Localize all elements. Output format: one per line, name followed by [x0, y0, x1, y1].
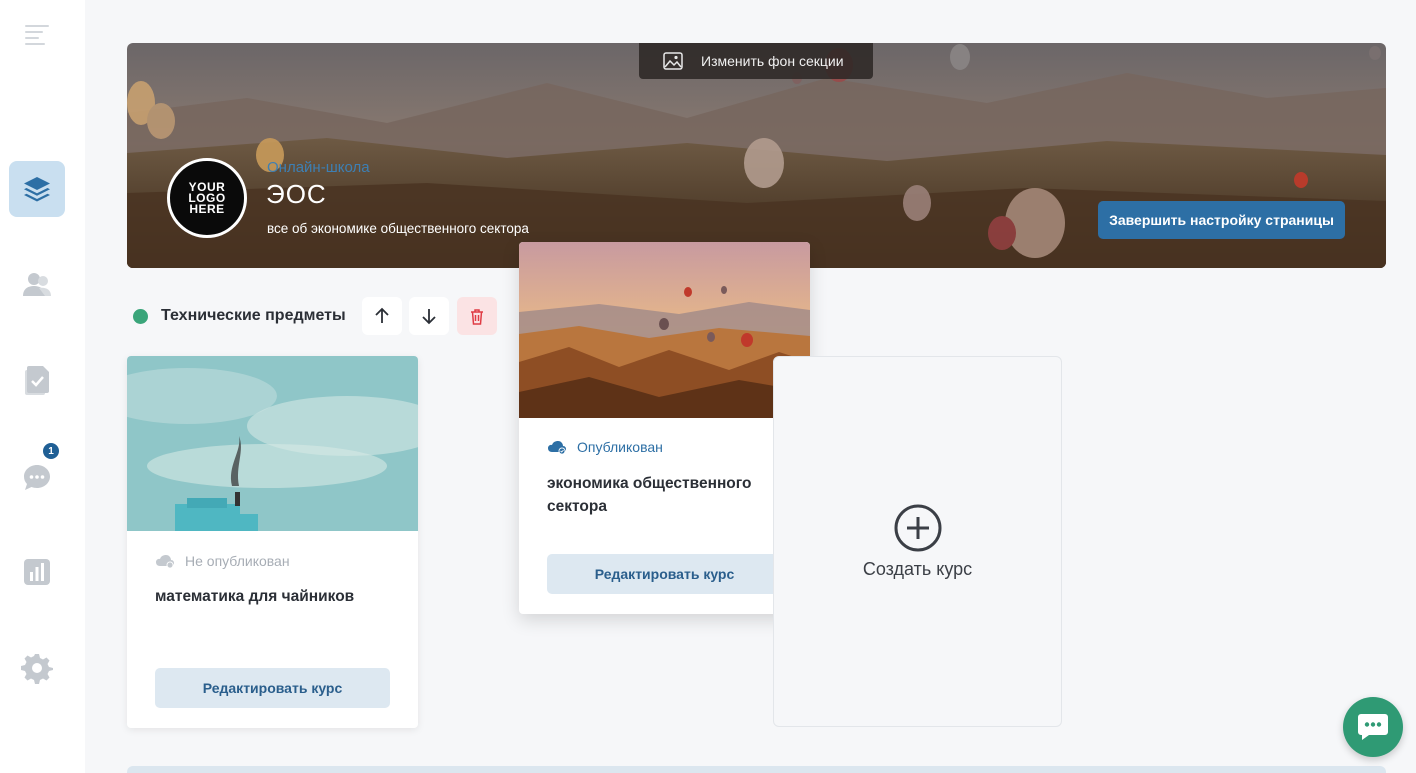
school-logo[interactable]: YOUR LOGO HERE: [167, 158, 247, 238]
cloud-published-icon: [548, 441, 566, 455]
sidebar-item-analytics[interactable]: [9, 544, 65, 600]
course-status: Опубликован: [547, 439, 663, 455]
delete-section-button[interactable]: [457, 297, 497, 335]
change-section-background-button[interactable]: Изменить фон секции: [639, 43, 873, 79]
school-name: ЭОС: [266, 179, 327, 209]
section-title: Технические предметы: [161, 307, 346, 324]
analytics-icon: [24, 559, 50, 585]
users-icon: [23, 273, 51, 296]
sidebar-item-settings[interactable]: [9, 640, 65, 696]
sidebar-item-homework[interactable]: [9, 352, 65, 408]
sidebar-item-messages[interactable]: 1: [9, 443, 65, 505]
image-icon: [663, 52, 683, 70]
create-course-label: Создать курс: [862, 559, 973, 579]
trash-icon: [471, 308, 483, 325]
edit-course-button[interactable]: Редактировать курс: [155, 668, 390, 708]
course-card[interactable]: Не опубликован математика для чайников Р…: [127, 356, 418, 728]
next-section-edge: [127, 766, 1386, 773]
plus-circle-icon: [894, 504, 941, 552]
course-status-label: Не опубликован: [185, 553, 290, 569]
layers-icon: [24, 177, 50, 202]
chat-icon: [24, 465, 50, 490]
course-cover-image: [519, 242, 810, 418]
settings-icon: [21, 654, 53, 684]
school-banner: Изменить фон секции YOUR LOGO HERE Онлай…: [127, 43, 1386, 268]
create-course-button[interactable]: Создать курс: [773, 356, 1062, 727]
school-kind-label: Онлайн-школа: [267, 159, 370, 176]
document-check-icon: [25, 366, 49, 395]
edit-course-button[interactable]: Редактировать курс: [547, 554, 782, 594]
change-background-label: Изменить фон секции: [701, 53, 844, 69]
sidebar-item-users[interactable]: [9, 257, 65, 313]
menu-icon: [25, 25, 49, 45]
support-chat-button[interactable]: [1343, 697, 1403, 757]
sidebar-item-courses[interactable]: [9, 161, 65, 217]
move-section-up-button[interactable]: [362, 297, 402, 335]
arrow-down-icon: [422, 309, 436, 325]
course-cover-image: [127, 356, 418, 531]
cloud-unpublished-icon: [156, 555, 174, 569]
arrow-up-icon: [375, 307, 389, 323]
course-card[interactable]: Опубликован экономика общественного сект…: [519, 242, 810, 614]
course-status-label: Опубликован: [577, 439, 663, 455]
section-status-dot: [133, 309, 148, 324]
logo-text-line-3: HERE: [189, 201, 225, 216]
unread-badge: 1: [43, 443, 59, 459]
chat-bubble-icon: [1358, 714, 1388, 740]
move-section-down-button[interactable]: [409, 297, 449, 335]
school-description: все об экономике общественного сектора: [267, 221, 529, 236]
sidebar: 1: [0, 0, 85, 773]
course-title[interactable]: экономика общественного сектора: [547, 472, 786, 518]
course-status: Не опубликован: [155, 553, 290, 569]
course-title[interactable]: математика для чайников: [155, 585, 394, 608]
finish-page-setup-button[interactable]: Завершить настройку страницы: [1098, 201, 1345, 239]
menu-toggle-button[interactable]: [9, 6, 65, 62]
